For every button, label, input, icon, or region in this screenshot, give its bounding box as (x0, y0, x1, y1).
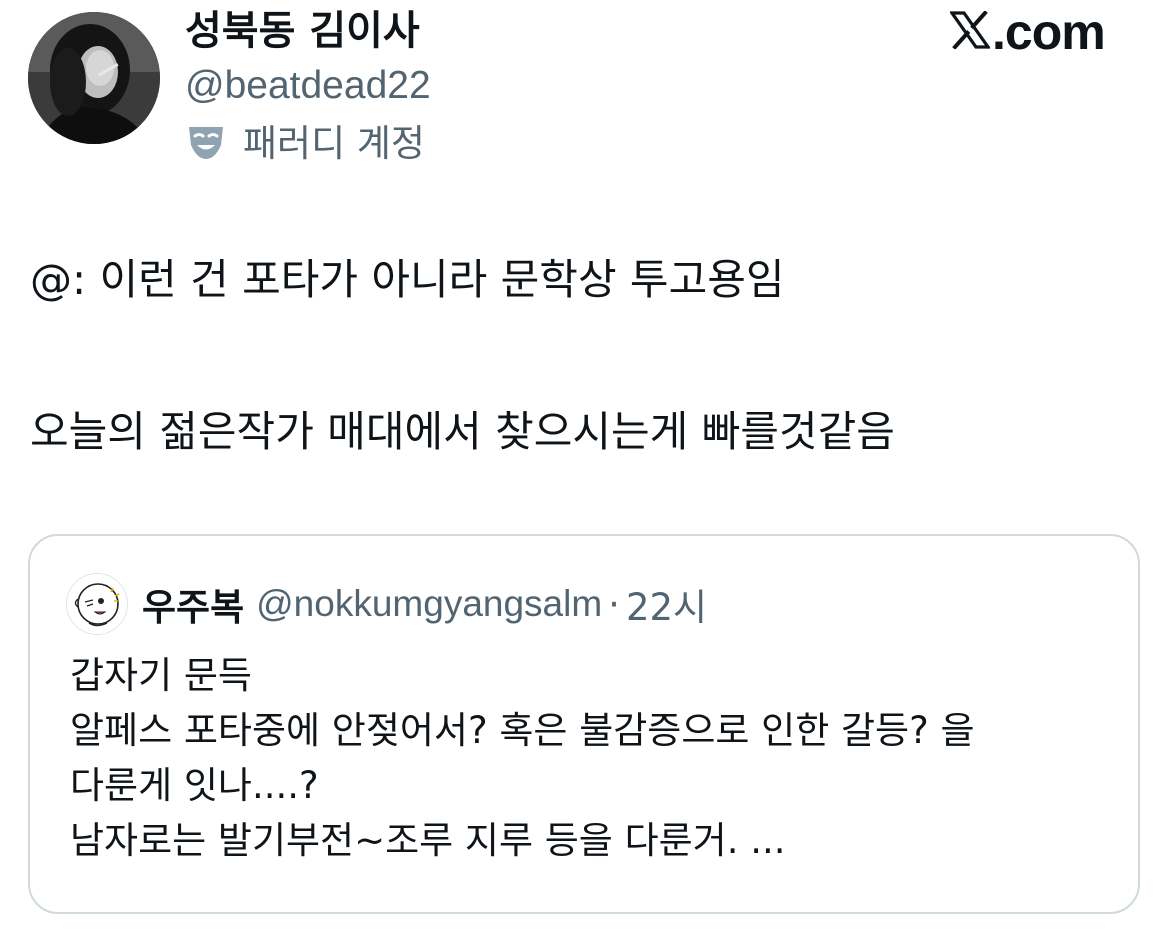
separator-dot: · (608, 582, 620, 626)
tweet-text-line: 오늘의 젊은작가 매대에서 찾으시는게 빠를것같음 (30, 407, 895, 456)
author-display-name[interactable]: 성북동 김이사 (185, 4, 420, 58)
quoted-text-line: 갑자기 문득 (70, 654, 252, 697)
quoted-text-line: 다룬게 잇나....? (70, 764, 319, 807)
author-handle[interactable]: @beatdead22 (185, 60, 431, 112)
quoted-tweet-time[interactable]: 22시 (626, 577, 707, 631)
quoted-tweet-header: 우주복 @nokkumgyangsalm · 22시 (66, 573, 707, 635)
quoted-author-name[interactable]: 우주복 (142, 577, 244, 631)
quoted-author-handle[interactable]: @nokkumgyangsalm (256, 583, 602, 625)
author-avatar[interactable] (28, 12, 160, 144)
tweet-text-line: @: 이런 건 포타가 아니라 문학상 투고용임 (30, 255, 785, 304)
parody-badge: 패러디 계정 (185, 118, 425, 170)
parody-label: 패러디 계정 (243, 122, 425, 165)
x-brand-text: .com (992, 4, 1106, 60)
x-logo-icon (948, 10, 992, 53)
quoted-author-avatar[interactable] (66, 573, 128, 635)
quoted-tweet-card[interactable]: 우주복 @nokkumgyangsalm · 22시 갑자기 문득 알페스 포타… (28, 534, 1140, 914)
quoted-text-line: 알페스 포타중에 안젖어서? 혹은 불감증으로 인한 갈등? 을 (70, 709, 975, 752)
x-brand: .com (948, 4, 1106, 60)
quoted-tweet-text: 갑자기 문득 알페스 포타중에 안젖어서? 혹은 불감증으로 인한 갈등? 을 … (70, 648, 975, 868)
quoted-text-line: 남자로는 발기부전~조루 지루 등을 다룬거. ... (70, 819, 786, 862)
parody-mask-icon (185, 121, 243, 167)
